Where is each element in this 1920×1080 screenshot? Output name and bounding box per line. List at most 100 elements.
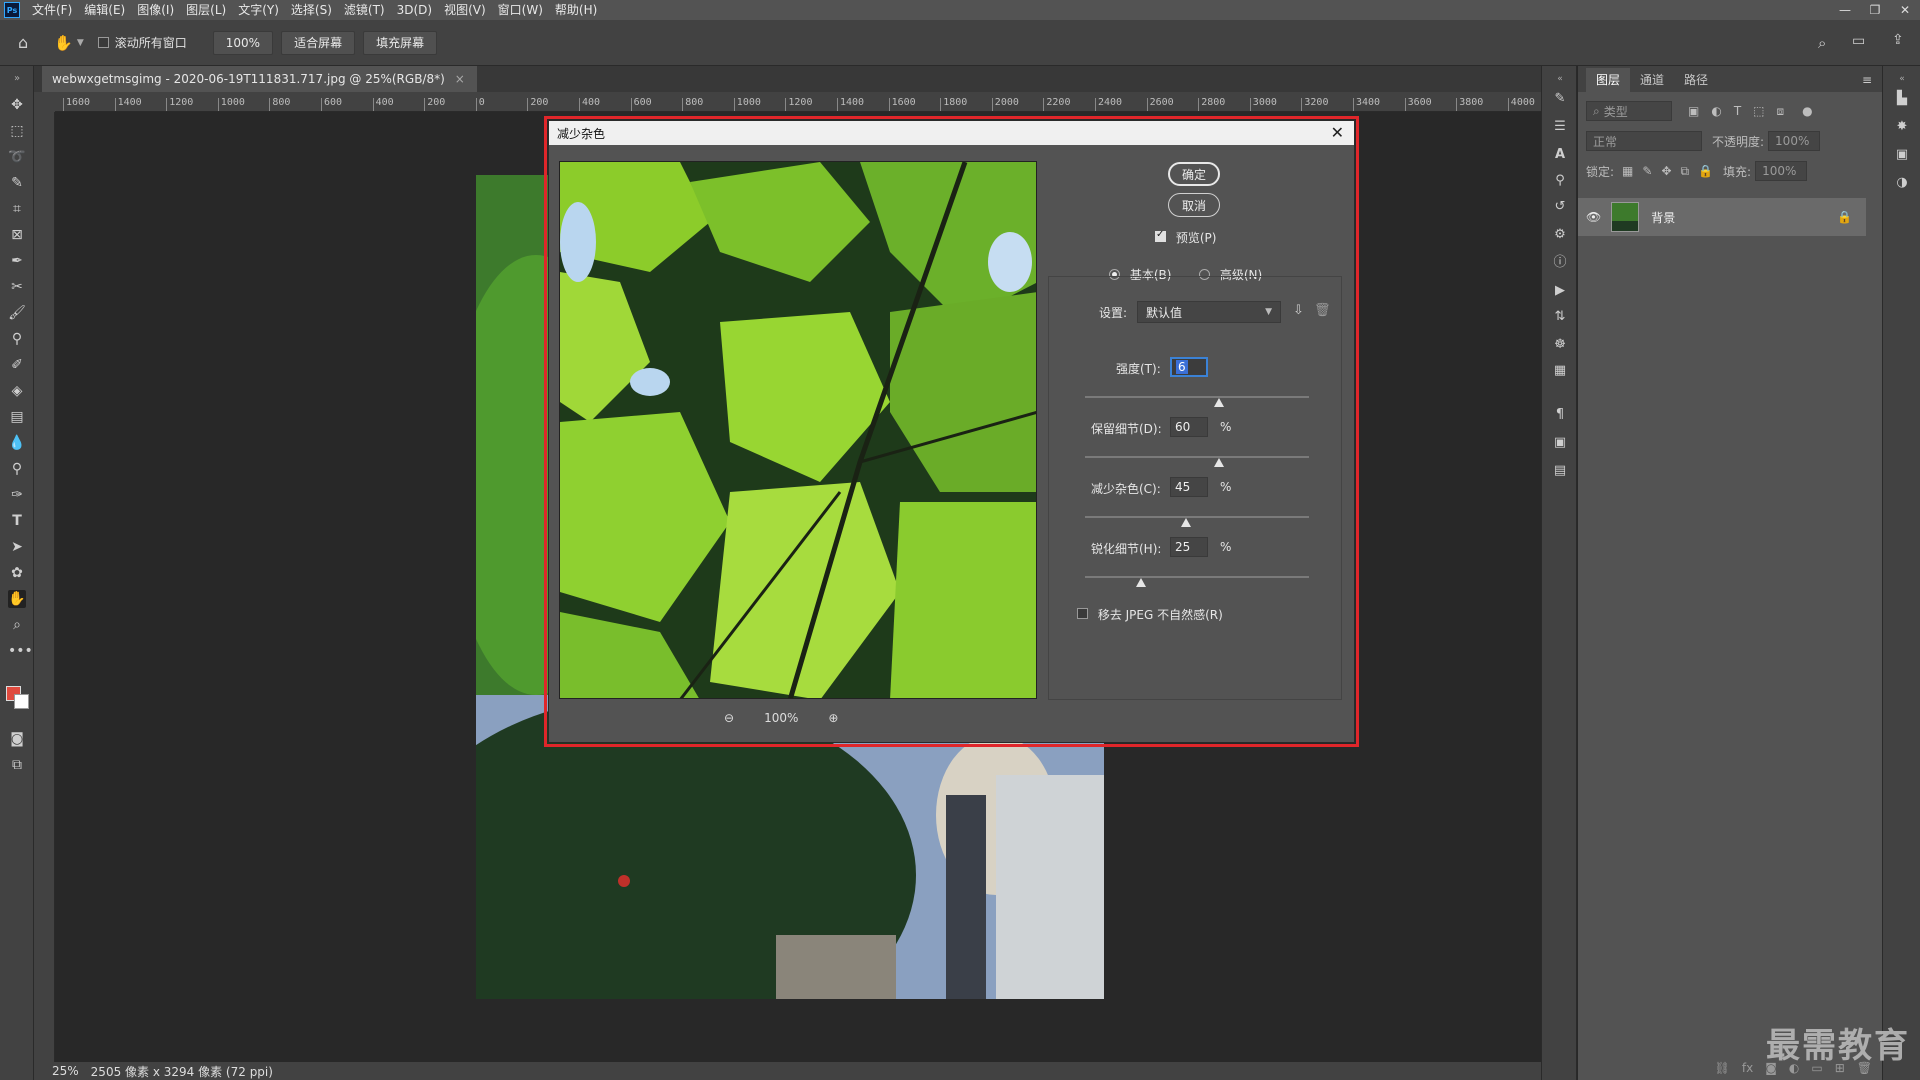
adjustments-icon[interactable]: ☰ <box>1551 118 1569 136</box>
lock-transparent-icon[interactable]: ▦ <box>1622 164 1633 178</box>
expand-toolbar-icon[interactable]: » <box>8 70 26 88</box>
zoom-100-button[interactable]: 100% <box>212 30 274 55</box>
preserve-slider-thumb[interactable] <box>1214 458 1225 467</box>
panel-menu-icon[interactable]: ≡ <box>1862 68 1872 92</box>
table-icon[interactable]: ▦ <box>1551 362 1569 380</box>
vertical-ruler[interactable] <box>34 112 55 1067</box>
preview-checkbox[interactable]: 预览(P) <box>1155 229 1216 246</box>
reduce-color-slider-thumb[interactable] <box>1180 518 1191 527</box>
layer-name[interactable]: 背景 <box>1651 209 1675 226</box>
collapse-panels-icon[interactable]: « <box>1551 70 1569 88</box>
filter-pixel-icon[interactable]: ▣ <box>1688 104 1699 118</box>
menu-edit[interactable]: 编辑(E) <box>78 0 131 20</box>
layer-lock-icon[interactable]: 🔒 <box>1837 210 1852 224</box>
dialog-close-icon[interactable]: ✕ <box>1331 123 1344 142</box>
dialog-title-bar[interactable]: 减少杂色 ✕ <box>549 121 1354 145</box>
filter-smart-icon[interactable]: ⧈ <box>1777 104 1785 119</box>
horizontal-ruler[interactable]: 1600 1400 1200 1000 800 600 400 200 0 200 400 600 80… <box>55 92 1541 112</box>
move-tool-icon[interactable]: ✥ <box>8 96 26 114</box>
lock-pixels-icon[interactable]: ✎ <box>1642 164 1652 178</box>
brush-tool-icon[interactable]: 🖌 <box>8 304 26 322</box>
delete-preset-icon[interactable]: 🗑 <box>1314 303 1331 318</box>
zoom-tool-icon[interactable]: ⌕ <box>8 616 26 634</box>
healing-tool-icon[interactable]: ✂ <box>8 278 26 296</box>
layer-filter-select[interactable]: ⌕ 类型 <box>1586 101 1672 121</box>
sharpen-slider-thumb[interactable] <box>1136 578 1146 587</box>
fit-screen-button[interactable]: 适合屏幕 <box>281 30 356 55</box>
save-preset-icon[interactable]: ⇩ <box>1293 303 1304 318</box>
preserve-detail-input[interactable]: 60 <box>1170 417 1208 437</box>
settings-preset-select[interactable]: 默认值 ▼ <box>1137 301 1281 323</box>
filter-adjust-icon[interactable]: ◐ <box>1711 104 1721 118</box>
menu-window[interactable]: 窗口(W) <box>492 0 549 20</box>
preserve-slider-track[interactable] <box>1085 456 1309 458</box>
3d-icon[interactable]: ☸ <box>1551 336 1569 354</box>
pen-tool-icon[interactable]: ✑ <box>8 486 26 504</box>
menu-3d[interactable]: 3D(D) <box>391 0 438 20</box>
menu-filter[interactable]: 滤镜(T) <box>338 0 391 20</box>
preview-checkbox-box[interactable] <box>1155 229 1166 242</box>
ok-button[interactable]: 确定 <box>1168 162 1220 186</box>
minimize-icon[interactable]: — <box>1830 0 1860 20</box>
path-select-tool-icon[interactable]: ➤ <box>8 538 26 556</box>
brush-settings-icon[interactable]: ✎ <box>1551 90 1569 108</box>
navigator-icon[interactable]: ✸ <box>1893 118 1911 136</box>
home-icon[interactable]: ⌂ <box>18 33 28 52</box>
scroll-all-windows-box[interactable] <box>97 37 109 48</box>
quick-select-tool-icon[interactable]: ✎ <box>8 174 26 192</box>
remove-jpeg-box[interactable] <box>1077 608 1088 619</box>
screen-mode-icon[interactable]: ⧉ <box>8 756 26 774</box>
sharpen-input[interactable]: 25 <box>1170 537 1208 557</box>
notes-icon[interactable]: ▤ <box>1551 462 1569 480</box>
paragraph-icon[interactable]: ¶ <box>1551 406 1569 424</box>
fill-screen-button[interactable]: 填充屏幕 <box>363 30 438 55</box>
status-info[interactable]: 2505 像素 x 3294 像素 (72 ppi) <box>91 1063 273 1080</box>
remove-jpeg-checkbox[interactable]: 移去 JPEG 不自然感(R) <box>1077 606 1223 623</box>
stamp-tool-icon[interactable]: ⚲ <box>8 330 26 348</box>
visibility-eye-icon[interactable]: 👁 <box>1586 210 1601 224</box>
document-tab[interactable]: webwxgetmsgimg - 2020-06-19T111831.717.j… <box>42 66 477 92</box>
tab-paths[interactable]: 路径 <box>1674 68 1718 92</box>
fx-icon[interactable]: fx <box>1742 1061 1753 1075</box>
character-icon[interactable]: A <box>1551 146 1569 164</box>
lock-position-icon[interactable]: ✥ <box>1661 164 1671 178</box>
libraries-icon[interactable]: ▣ <box>1893 146 1911 164</box>
layer-row-background[interactable]: 👁 背景 🔒 <box>1578 198 1866 236</box>
blur-tool-icon[interactable]: 💧 <box>8 434 26 452</box>
lock-artboard-icon[interactable]: ⧉ <box>1681 164 1690 179</box>
share-icon[interactable]: ⇪ <box>1892 32 1904 48</box>
menu-help[interactable]: 帮助(H) <box>549 0 603 20</box>
fill-field[interactable]: 100% <box>1755 161 1808 181</box>
search-icon[interactable]: ⌕ <box>1818 34 1826 52</box>
scroll-all-windows-checkbox[interactable]: 滚动所有窗口 <box>97 34 187 51</box>
clone-source-icon[interactable]: ⚲ <box>1551 172 1569 190</box>
workspace-icon[interactable]: ▭ <box>1852 33 1865 49</box>
menu-image[interactable]: 图像(I) <box>131 0 180 20</box>
gradient-tool-icon[interactable]: ▤ <box>8 408 26 426</box>
marquee-tool-icon[interactable]: ⬚ <box>8 122 26 140</box>
layer-comps-icon[interactable]: ⇅ <box>1551 308 1569 326</box>
frame-tool-icon[interactable]: ⊠ <box>8 226 26 244</box>
zoom-in-icon[interactable]: ⊕ <box>828 711 838 725</box>
eyedropper-tool-icon[interactable]: ✒ <box>8 252 26 270</box>
menu-type[interactable]: 文字(Y) <box>232 0 285 20</box>
strength-slider-thumb[interactable] <box>1214 398 1225 407</box>
hand-tool-preset-icon[interactable]: ✋ <box>54 34 73 52</box>
strength-input[interactable]: 6 <box>1170 357 1208 377</box>
menu-view[interactable]: 视图(V) <box>438 0 492 20</box>
custom-shape-tool-icon[interactable]: ✿ <box>8 564 26 582</box>
lock-all-icon[interactable]: 🔒 <box>1698 164 1713 178</box>
color-icon[interactable]: ◑ <box>1893 174 1911 192</box>
dialog-preview[interactable] <box>559 161 1037 699</box>
more-tools-icon[interactable]: ••• <box>8 642 33 660</box>
quick-mask-icon[interactable]: ◙ <box>8 730 26 748</box>
restore-icon[interactable]: ❐ <box>1860 0 1890 20</box>
close-window-icon[interactable]: ✕ <box>1890 0 1920 20</box>
menu-file[interactable]: 文件(F) <box>26 0 78 20</box>
properties-icon[interactable]: ⚙ <box>1551 226 1569 244</box>
history-icon[interactable]: ↺ <box>1551 198 1569 216</box>
background-color-swatch[interactable] <box>14 694 29 709</box>
glyphs-icon[interactable]: ▣ <box>1551 434 1569 452</box>
collapse-right-icon[interactable]: « <box>1893 70 1911 88</box>
filter-shape-icon[interactable]: ⬚ <box>1753 104 1764 118</box>
